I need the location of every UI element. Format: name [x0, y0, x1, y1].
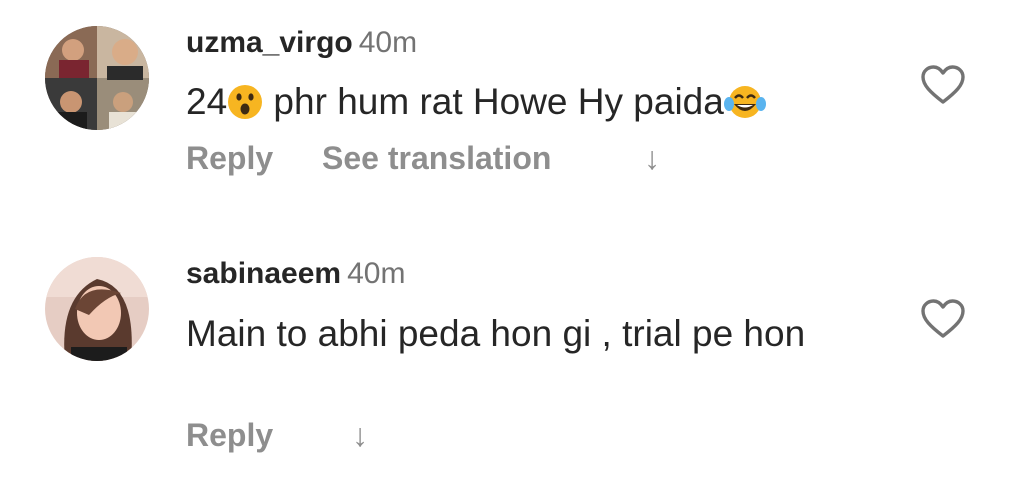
- comment-text: Main to abhi peda hon gi , trial pe hon: [186, 313, 806, 354]
- astonished-face-icon: [227, 84, 263, 132]
- see-translation-button[interactable]: See translation: [322, 140, 551, 177]
- arrow-down-icon[interactable]: ↓: [352, 417, 368, 454]
- comment-timestamp: 40m: [358, 26, 418, 59]
- avatar[interactable]: [45, 257, 149, 361]
- username-text[interactable]: uzma_virgo: [186, 26, 353, 59]
- username-text[interactable]: sabinaeem: [186, 257, 341, 290]
- face-with-tears-of-joy-icon: [723, 84, 766, 132]
- reply-button[interactable]: Reply: [186, 417, 273, 454]
- comment-text-part: 24: [186, 81, 228, 122]
- comment-text-part: phr hum rat Howe Hy paida: [263, 81, 724, 122]
- like-heart-icon[interactable]: [920, 298, 966, 340]
- comment-username[interactable]: uzma_virgo 40m: [186, 26, 417, 60]
- avatar-collage-image: [45, 26, 149, 130]
- reply-button[interactable]: Reply: [186, 140, 273, 177]
- comment-timestamp: 40m: [347, 257, 406, 290]
- avatar[interactable]: [45, 26, 149, 130]
- avatar-photo-image: [45, 257, 149, 361]
- comment-text: 24 phr hum rat Howe Hy paida: [186, 78, 886, 132]
- like-heart-icon[interactable]: [920, 64, 966, 106]
- arrow-down-icon[interactable]: ↓: [644, 140, 660, 177]
- comment-username[interactable]: sabinaeem 40m: [186, 257, 405, 291]
